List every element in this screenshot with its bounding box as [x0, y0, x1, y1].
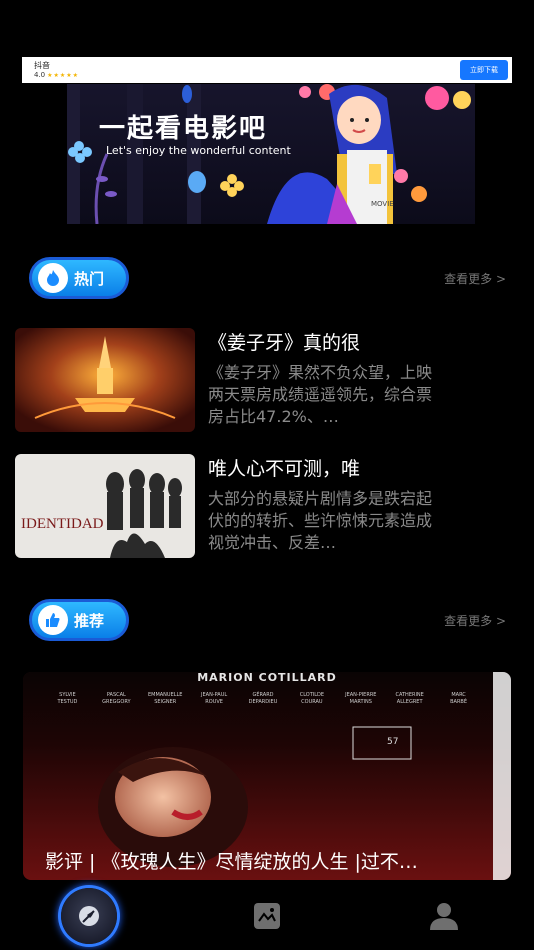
poster-lead-name: MARION COTILLARD: [197, 672, 337, 684]
news-item[interactable]: 《姜子牙》真的很 《姜子牙》果然不负众望，上映两天票房成绩遥遥领先，综合票房占比…: [15, 328, 505, 432]
hot-section-badge[interactable]: 热门: [29, 257, 129, 299]
image-icon: [254, 903, 280, 929]
cast-name: JEAN-PIERRE: [344, 692, 376, 698]
cast-name: CLOTILDE: [300, 692, 324, 698]
cast-name: GÉRARD: [252, 690, 273, 698]
ad-app-name: 抖音: [34, 61, 50, 70]
thumbs-up-icon: [38, 605, 68, 635]
star-rating-icon: ★★★★★: [47, 72, 80, 79]
news-title: 唯人心不可测，唯: [208, 458, 361, 480]
thumbnail-title-text: IDENTIDAD: [21, 516, 104, 532]
banner-subtitle: Let's enjoy the wonderful content: [106, 144, 291, 157]
banner-title: 一起看电影吧: [99, 114, 268, 144]
recommend-more-link[interactable]: 查看更多 >: [444, 612, 506, 629]
cast-name: DEPARDIEU: [249, 699, 278, 705]
cast-name: MARTINS: [350, 699, 372, 705]
hot-more-link[interactable]: 查看更多 >: [444, 270, 506, 287]
ad-rating: 4.0 ★★★★★: [34, 71, 80, 79]
cast-name: ALLEGRET: [397, 699, 424, 705]
cast-name: EMMANUELLE: [148, 692, 183, 698]
cast-name: SYLVIE: [59, 692, 76, 698]
cast-name: JEAN-PAUL: [200, 692, 227, 698]
featured-caption: 影评 | 《玫瑰人生》尽情绽放的人生 |过不…: [45, 851, 418, 873]
news-description: 《姜子牙》果然不负众望，上映两天票房成绩遥遥领先，综合票房占比47.2%、…: [208, 363, 433, 426]
cast-name: TESTUD: [56, 699, 77, 705]
recommend-section-badge[interactable]: 推荐: [29, 599, 129, 641]
festival-number-text: 57: [387, 737, 398, 747]
news-title: 《姜子牙》真的很: [208, 332, 361, 354]
news-item[interactable]: IDENTIDAD 唯人心不可测，唯 大部分的悬疑片剧情多是跌宕起伏的的转折、些…: [15, 454, 505, 558]
fire-icon: [38, 263, 68, 293]
featured-review-card[interactable]: MARION COTILLARD SYLVIE TESTUD PASCAL GREGG…: [23, 672, 511, 880]
feather-icon: [79, 906, 99, 926]
ad-download-button[interactable]: 立即下载: [460, 60, 508, 80]
recommend-section-title: 推荐: [74, 611, 105, 630]
tab-gallery[interactable]: [239, 888, 295, 944]
cast-name: SEIGNER: [154, 699, 177, 705]
hot-section-title: 热门: [74, 269, 105, 288]
news-description: 大部分的悬疑片剧情多是跌宕起伏的的转折、些许惊悚元素造成视觉冲击、反差…: [208, 489, 433, 552]
cast-name: MARC: [451, 692, 466, 698]
cast-name: COURAU: [301, 699, 323, 705]
cast-name: CATHERINE: [395, 692, 423, 698]
tab-profile[interactable]: [416, 888, 472, 944]
hero-banner[interactable]: MOVIE 一起看电影吧 Let's enjoy the wonderful c…: [67, 84, 475, 224]
user-icon: [430, 903, 458, 930]
news-thumbnail: IDENTIDAD: [15, 454, 195, 558]
tab-discover[interactable]: [61, 888, 117, 944]
cast-name: ROUVE: [205, 699, 223, 705]
cast-name: PASCAL: [107, 692, 126, 698]
banner-badge: MOVIE: [371, 200, 394, 208]
bottom-tab-bar: [0, 880, 534, 950]
cast-name: BARBÉ: [450, 697, 467, 705]
cast-name: GREGGORY: [102, 699, 131, 705]
news-thumbnail: [15, 328, 195, 432]
ad-banner[interactable]: 抖音 4.0 ★★★★★ 立即下载: [22, 57, 512, 83]
